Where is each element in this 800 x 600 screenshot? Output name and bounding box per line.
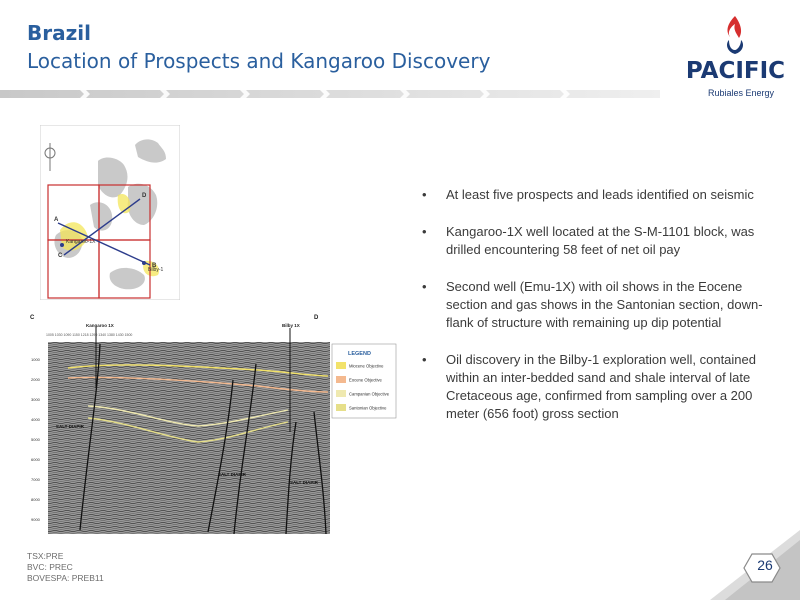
svg-text:9000: 9000 [31, 517, 41, 522]
stock-tickers: TSX:PRE BVC: PREC BOVESPA: PREB11 [27, 551, 104, 584]
page-number: 26 [757, 557, 773, 573]
legend-swatch [336, 362, 346, 369]
slide-subtitle: Location of Prospects and Kangaroo Disco… [27, 49, 491, 73]
salt-label-3: SALT DIAPIR [290, 480, 319, 485]
well-label-kangaroo: Kangaroo 1X [86, 323, 114, 328]
map-label-kangaroo: Kangaroo-1X [66, 239, 96, 245]
legend-label: Miocene Objective [349, 364, 384, 369]
slide-title-block: Brazil Location of Prospects and Kangaro… [27, 20, 490, 76]
legend-label: Campanian Objective [349, 392, 390, 397]
svg-text:1005 1030 1090 1150 1218 1290: 1005 1030 1090 1150 1218 1290 1340 1380 … [46, 333, 132, 337]
line-label-b: B [152, 263, 157, 269]
ticker-bvc: BVC: PREC [27, 562, 73, 572]
depth-axis: 1000 2000 3000 4000 5000 6000 7000 8000 … [31, 357, 41, 522]
section-left-label: C [30, 315, 35, 321]
line-label-a: A [54, 217, 59, 223]
bilby-well-marker [142, 261, 146, 265]
legend-title: LEGEND [348, 351, 371, 357]
bullet-item: Kangaroo-1X well located at the S-M-1101… [418, 223, 768, 259]
line-label-d: D [142, 193, 147, 199]
svg-text:2000: 2000 [31, 377, 41, 382]
bullet-item: Oil discovery in the Bilby-1 exploration… [418, 351, 768, 423]
slide-title: Brazil [27, 21, 91, 45]
svg-text:8000: 8000 [31, 497, 41, 502]
legend-box: LEGEND Miocene Objective Eocene Objective… [331, 343, 397, 419]
svg-text:6000: 6000 [31, 457, 41, 462]
pacific-logo: PACIFIC Rubiales Energy [683, 12, 788, 102]
line-label-c: C [58, 253, 63, 259]
salt-label-2: SALT DIAPIR [218, 472, 247, 477]
logo-tagline: Rubiales Energy [707, 88, 774, 98]
logo-wordmark: PACIFIC [685, 58, 786, 84]
svg-text:5000: 5000 [31, 437, 41, 442]
header-arrow-band [0, 88, 660, 100]
legend-swatch [336, 404, 346, 411]
shotpoint-header: 1005 1030 1090 1150 1218 1290 1340 1380 … [46, 333, 132, 337]
ticker-bovespa: BOVESPA: PREB11 [27, 573, 104, 583]
svg-text:1000: 1000 [31, 357, 41, 362]
bullet-item: Second well (Emu-1X) with oil shows in t… [418, 278, 768, 332]
salt-label-1: SALT DIAPIR [56, 424, 85, 429]
legend-swatch [336, 376, 346, 383]
legend-label: Eocene Objective [349, 378, 382, 383]
corner-decoration [710, 530, 800, 600]
svg-text:4000: 4000 [31, 417, 41, 422]
seismic-cross-section: C D Kangaroo 1X Bilby 1X 1005 1030 1090 … [30, 315, 397, 535]
svg-text:3000: 3000 [31, 397, 41, 402]
kangaroo-well-marker [60, 243, 64, 247]
bullet-item: At least five prospects and leads identi… [418, 186, 768, 204]
svg-text:7000: 7000 [31, 477, 41, 482]
well-label-bilby: Bilby 1X [282, 323, 300, 328]
section-right-label: D [314, 315, 319, 321]
legend-swatch [336, 390, 346, 397]
legend-label: Santonian Objective [349, 406, 387, 411]
prospect-location-map: Kangaroo-1X Bilby-1 A B C D [40, 125, 180, 300]
flame-icon [727, 16, 743, 54]
bullet-list: At least five prospects and leads identi… [418, 186, 768, 442]
ticker-tsx: TSX:PRE [27, 551, 64, 561]
